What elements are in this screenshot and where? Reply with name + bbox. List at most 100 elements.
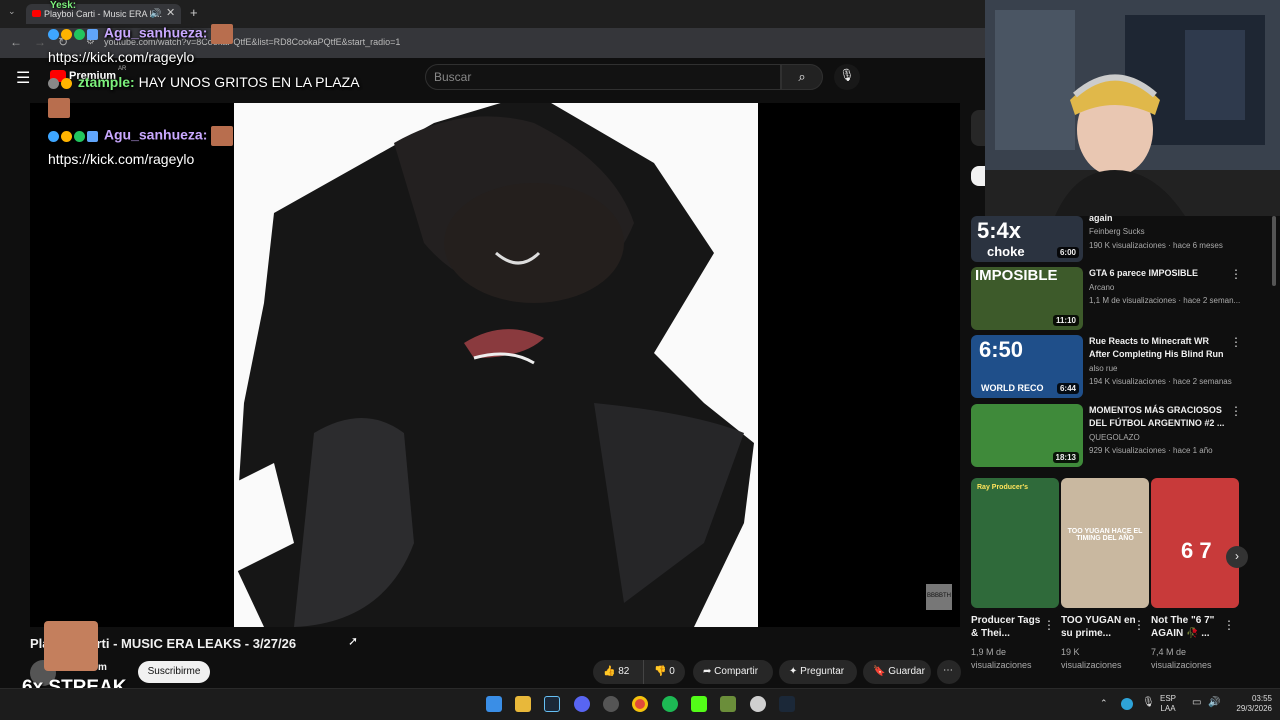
discord-icon[interactable] (574, 696, 590, 712)
dislike-count: 0 (669, 666, 675, 677)
close-tab-icon[interactable]: ✕ (166, 6, 175, 19)
chevron-right-icon[interactable]: › (1226, 546, 1248, 568)
video-channel[interactable]: QUEGOLAZO (1089, 432, 1140, 444)
app-icon[interactable] (603, 696, 619, 712)
short-thumbnail[interactable]: Ray Producer's (971, 478, 1059, 608)
video-channel[interactable]: also rue (1089, 363, 1117, 375)
app-icon[interactable] (750, 696, 766, 712)
bookmark-icon: 🔖 (873, 666, 886, 677)
thumbnail-text: Ray Producer's (977, 484, 1029, 491)
like-button[interactable]: 👍 82 (593, 660, 643, 684)
short-thumbnail[interactable]: TOO YUGAN HACE EL TIMING DEL AÑO (1061, 478, 1149, 608)
video-title[interactable]: Rue Reacts to Minecraft WR After Complet… (1089, 335, 1229, 361)
video-thumbnail[interactable]: 5:4x choke 6:00 (971, 216, 1083, 262)
short-title[interactable]: Not The "6 7" AGAIN 🥀 ... (1151, 614, 1229, 640)
microphone-icon[interactable]: 🎙 (1142, 697, 1155, 708)
thumbnail-text: 5:4x (977, 218, 1022, 243)
language-indicator[interactable]: ESP LAA (1160, 694, 1176, 714)
share-icon: ➦ (703, 666, 712, 677)
streamer-avatar-overlay (44, 621, 98, 671)
more-options-icon[interactable]: ⋮ (1133, 618, 1145, 632)
chat-message-1-text: https://kick.com/rageylo (48, 49, 195, 65)
video-duration: 11:10 (1052, 315, 1079, 326)
sparkle-icon: ✦ (789, 666, 798, 677)
thumbnail-text: 6:50 (979, 337, 1024, 362)
video-title[interactable]: again (1089, 212, 1229, 225)
chat-message-3-text: https://kick.com/rageylo (48, 151, 195, 167)
more-options-icon[interactable]: ⋮ (1230, 267, 1242, 281)
chat-username: Agu_sanhueza: (103, 126, 208, 143)
thumbnail-text: IMPOSIBLE (975, 267, 1058, 284)
video-channel[interactable]: Arcano (1089, 282, 1114, 294)
more-options-icon[interactable]: ⋮ (1043, 618, 1055, 632)
short-title[interactable]: Producer Tags & Thei... (971, 614, 1049, 640)
badge-icon (87, 130, 98, 142)
verified-icon (74, 130, 85, 142)
share-button[interactable]: ➦ Compartir (693, 660, 773, 684)
clock[interactable]: 03:55 29/3/2026 (1224, 694, 1272, 714)
subscribe-button[interactable]: Suscribirme (138, 661, 210, 683)
spotify-icon[interactable] (662, 696, 678, 712)
sidebar-scrollbar[interactable] (1272, 216, 1276, 286)
speaker-icon[interactable]: 🔊 (150, 8, 161, 19)
chat-message-3-header: Agu_sanhueza: (48, 126, 234, 146)
minecraft-icon[interactable] (720, 696, 736, 712)
chevron-up-icon[interactable]: ⌃ (1100, 698, 1108, 709)
video-title[interactable]: MOMENTOS MÁS GRACIOSOS DEL FÚTBOL ARGENT… (1089, 404, 1229, 430)
chat-username: Agu_sanhueza: (103, 24, 208, 41)
search-icon[interactable]: ⌕ (781, 64, 823, 90)
network-icon[interactable]: ▭ (1192, 697, 1201, 708)
volume-icon[interactable]: 🔊 (1208, 697, 1220, 708)
badge-icon (61, 28, 72, 40)
tab-list-icon[interactable]: ⌄ (8, 6, 16, 17)
thumbnail-text: 6 7 (1181, 538, 1212, 563)
video-frame[interactable] (234, 103, 758, 627)
more-options-icon[interactable]: ⋮ (1230, 335, 1242, 349)
more-options-icon[interactable]: ⋮ (1230, 404, 1242, 418)
webcam-image (985, 0, 1280, 216)
search-input[interactable]: Buscar (425, 64, 781, 90)
short-thumbnail[interactable]: 6 7 (1151, 478, 1239, 608)
chrome-icon[interactable] (632, 696, 648, 712)
emote-icon (211, 126, 234, 146)
dislike-button[interactable]: 👎 0 (643, 660, 685, 684)
video-duration: 6:44 (1056, 383, 1079, 394)
thumbs-down-icon: 👎 (654, 666, 667, 677)
tray-app-icon[interactable] (1121, 698, 1133, 710)
kick-icon[interactable] (691, 696, 707, 712)
chip-partial[interactable] (971, 166, 985, 186)
new-tab-button[interactable]: + (190, 5, 198, 20)
thumbnail-text: choke (987, 244, 1025, 259)
video-thumbnail[interactable]: 6:50 WORLD RECO 6:44 (971, 335, 1083, 398)
microphone-icon[interactable]: 🎙 (834, 64, 860, 90)
forward-icon[interactable]: → (34, 35, 46, 49)
video-title[interactable]: GTA 6 parece IMPOSIBLE (1089, 267, 1229, 280)
verified-icon (74, 28, 85, 40)
menu-icon[interactable]: ☰ (16, 68, 30, 88)
ask-button[interactable]: ✦ Preguntar (779, 660, 857, 684)
more-options-icon[interactable]: ⋮ (1223, 618, 1235, 632)
short-views-label: visualizaciones (1151, 660, 1212, 670)
save-button[interactable]: 🔖 Guardar (863, 660, 931, 684)
channel-watermark[interactable]: BBBBTH (926, 584, 952, 610)
windows-start-icon[interactable] (486, 696, 502, 712)
steam-icon[interactable] (779, 696, 795, 712)
badge-icon (48, 130, 59, 142)
steam-icon[interactable] (544, 696, 560, 712)
channel-name[interactable]: m (98, 662, 107, 673)
premium-region: AR (118, 66, 127, 72)
video-channel[interactable]: Feinberg Sucks (1089, 226, 1145, 238)
webcam-overlay (985, 0, 1280, 216)
emote-icon (211, 24, 234, 44)
short-title[interactable]: TOO YUGAN en su prime... (1061, 614, 1139, 640)
file-explorer-icon[interactable] (515, 696, 531, 712)
badge-icon (87, 28, 98, 40)
video-thumbnail[interactable]: 18:13 (971, 404, 1083, 467)
mouse-cursor-icon: ➚ (348, 634, 359, 648)
chip-partial[interactable] (971, 110, 985, 146)
badge-icon (61, 130, 72, 142)
back-icon[interactable]: ← (10, 35, 22, 49)
video-thumbnail[interactable]: IMPOSIBLE 11:10 (971, 267, 1083, 330)
thumbnail-text: TOO YUGAN HACE EL TIMING DEL AÑO (1067, 528, 1143, 542)
more-actions-button[interactable]: ⋯ (937, 660, 961, 684)
